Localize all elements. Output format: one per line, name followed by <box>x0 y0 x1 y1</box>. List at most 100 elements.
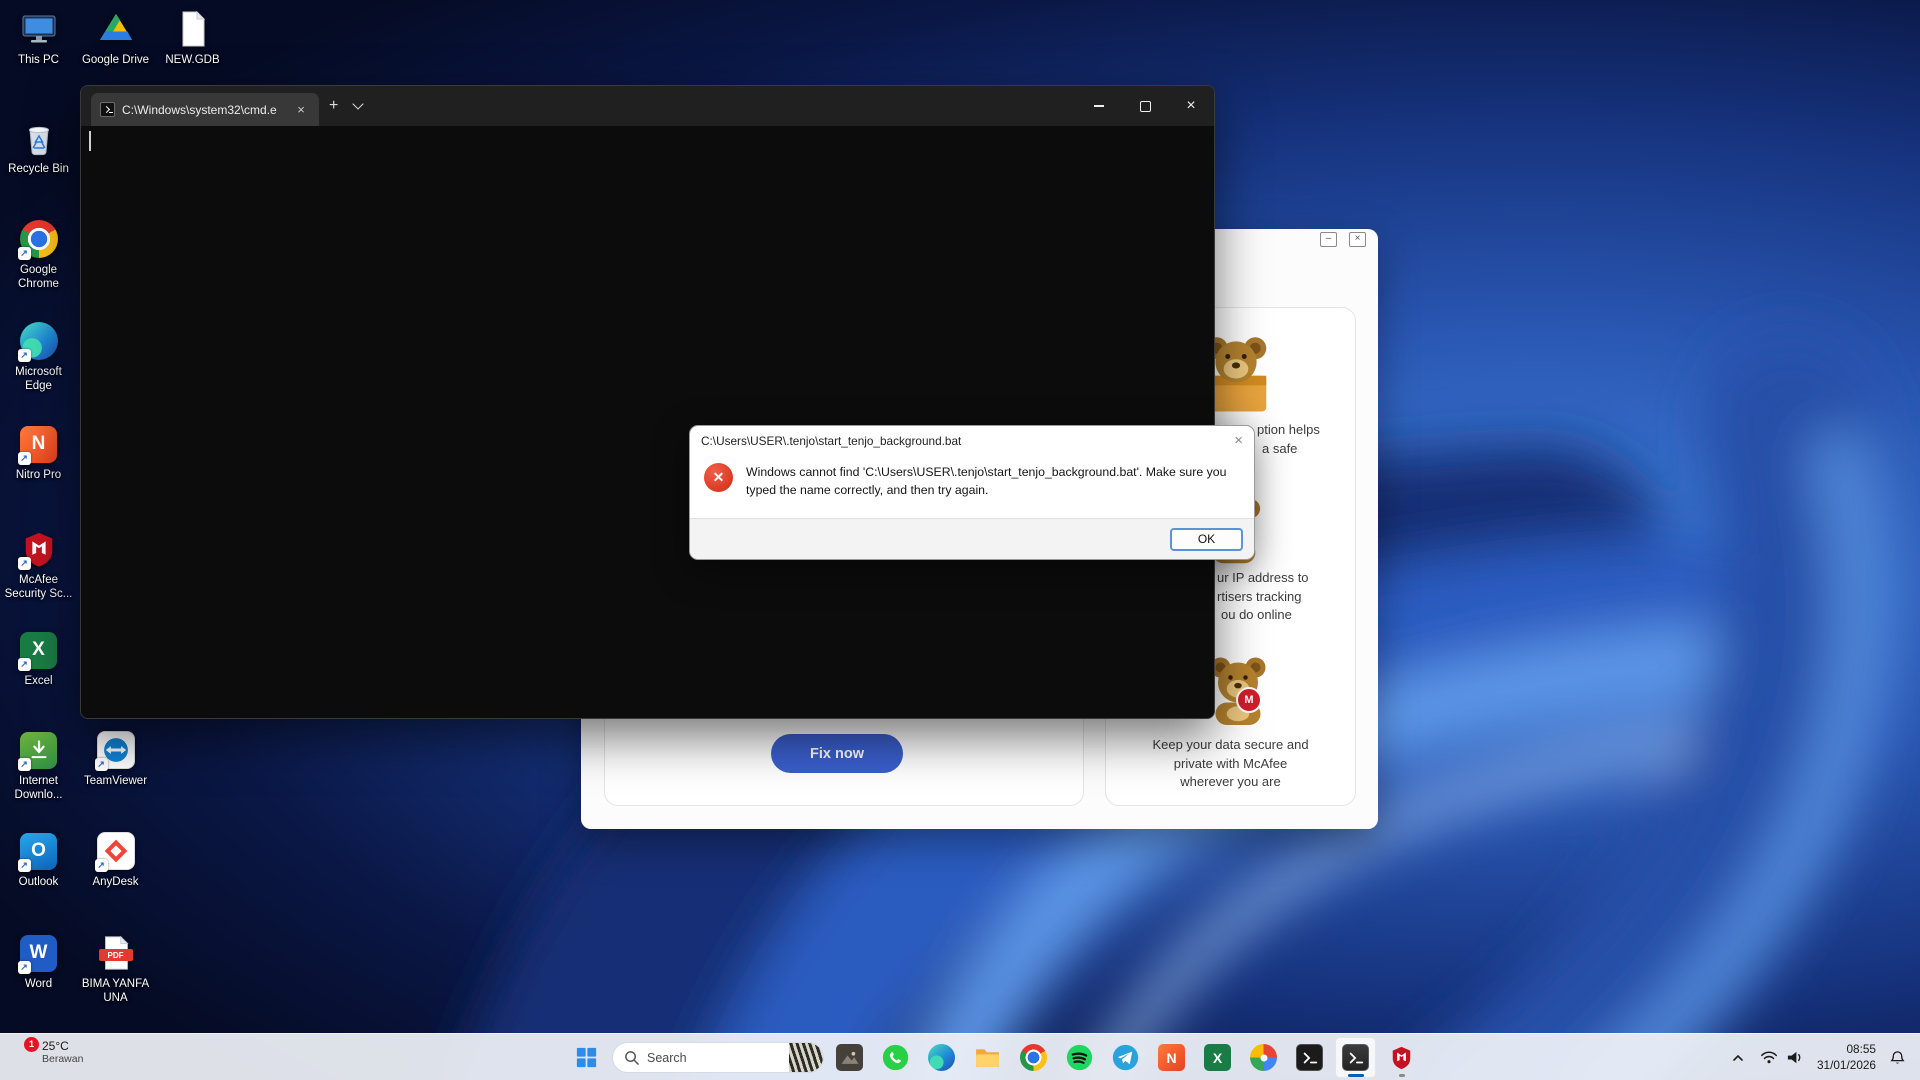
desktop-icon-recycle-bin[interactable]: Recycle Bin <box>0 117 77 176</box>
desktop-icon-label: Nitro Pro <box>16 468 61 482</box>
windows-logo-icon <box>576 1047 597 1068</box>
network-volume-button[interactable] <box>1753 1041 1810 1075</box>
shortcut-arrow-icon <box>95 758 108 771</box>
mcafee-shield-icon <box>1389 1045 1414 1070</box>
spotify-icon <box>1066 1044 1093 1071</box>
chrome-icon <box>18 218 60 260</box>
terminal-tab[interactable]: C:\Windows\system32\cmd.e × <box>91 93 319 126</box>
wifi-icon <box>1760 1050 1778 1064</box>
search-daily-image-zebra[interactable] <box>789 1043 823 1072</box>
desktop-icon-word[interactable]: W Word <box>0 932 77 991</box>
document-file-icon <box>172 8 214 50</box>
desktop-icon-label: Excel <box>24 674 52 688</box>
desktop-icon-mcafee[interactable]: McAfee Security Sc... <box>0 528 77 601</box>
desktop-icon-outlook[interactable]: O Outlook <box>0 830 77 889</box>
terminal-window: C:\Windows\system32\cmd.e × + × <box>80 85 1215 719</box>
desktop-icon-label: Word <box>25 977 52 991</box>
start-button[interactable] <box>566 1037 607 1078</box>
desktop-icon-excel[interactable]: X Excel <box>0 629 77 688</box>
edge-icon <box>18 320 60 362</box>
error-icon: ✕ <box>704 463 733 492</box>
taskbar-excel[interactable]: X <box>1197 1037 1238 1078</box>
maximize-button[interactable] <box>1122 86 1168 126</box>
taskbar-windows-terminal[interactable] <box>1335 1037 1376 1078</box>
taskbar-file-explorer[interactable] <box>967 1037 1008 1078</box>
terminal-titlebar[interactable]: C:\Windows\system32\cmd.e × + × <box>81 86 1214 126</box>
notification-badge: 1 <box>24 1037 39 1052</box>
taskbar-nitro[interactable]: N <box>1151 1037 1192 1078</box>
google-photos-icon <box>1250 1044 1277 1071</box>
tab-close-icon[interactable]: × <box>292 101 310 119</box>
shortcut-arrow-icon <box>18 961 31 974</box>
desktop-icon-google-chrome[interactable]: Google Chrome <box>0 218 77 291</box>
mcafee-m-badge: M <box>1236 687 1262 713</box>
taskbar: 1 25°C Berawan Search <box>0 1033 1920 1080</box>
search-input[interactable]: Search <box>612 1042 824 1073</box>
desktop-icon-label: Outlook <box>19 875 59 889</box>
desktop-icon-teamviewer[interactable]: TeamViewer <box>77 729 154 788</box>
search-placeholder: Search <box>647 1051 781 1065</box>
chrome-icon <box>1020 1044 1047 1071</box>
idm-icon <box>18 729 60 771</box>
pdf-file-icon: PDF <box>95 932 137 974</box>
desktop-icon-label: Recycle Bin <box>8 162 69 176</box>
terminal-content[interactable] <box>81 126 1214 719</box>
fix-now-button[interactable]: Fix now <box>771 734 903 773</box>
excel-icon: X <box>1204 1044 1231 1071</box>
cmd-icon <box>100 102 115 117</box>
search-icon <box>624 1050 639 1065</box>
card-text: a safe <box>1262 441 1297 456</box>
taskbar-whatsapp[interactable] <box>875 1037 916 1078</box>
desktop-icon-pdf-file[interactable]: PDF BIMA YANFA UNA <box>77 932 154 1005</box>
anydesk-icon <box>95 830 137 872</box>
taskbar-cmd[interactable] <box>1289 1037 1330 1078</box>
desktop-icon-label: Google Drive <box>82 53 149 67</box>
dialog-close-icon[interactable]: × <box>1234 432 1243 449</box>
desktop: This PC Google Drive NEW.GDB Recycle Bin… <box>0 0 1920 1080</box>
desktop-icon-label: Microsoft Edge <box>1 365 77 393</box>
terminal-tab-title: C:\Windows\system32\cmd.e <box>122 103 285 117</box>
taskbar-image-file[interactable] <box>829 1037 870 1078</box>
card-text: rtisers tracking <box>1217 589 1302 604</box>
recycle-bin-icon <box>18 117 60 159</box>
desktop-icon-anydesk[interactable]: AnyDesk <box>77 830 154 889</box>
desktop-icon-google-drive[interactable]: Google Drive <box>77 8 154 67</box>
minimize-button[interactable] <box>1076 86 1122 126</box>
taskbar-telegram[interactable] <box>1105 1037 1146 1078</box>
clock-time: 08:55 <box>1817 1042 1876 1058</box>
card-text: ur IP address to <box>1217 570 1309 585</box>
cmd-icon <box>1296 1044 1323 1071</box>
shortcut-arrow-icon <box>18 349 31 362</box>
taskbar-mcafee[interactable] <box>1381 1037 1422 1078</box>
desktop-icon-this-pc[interactable]: This PC <box>0 8 77 67</box>
this-pc-icon <box>18 8 60 50</box>
taskbar-google-photos[interactable] <box>1243 1037 1284 1078</box>
taskbar-edge[interactable] <box>921 1037 962 1078</box>
desktop-icon-new-gdb[interactable]: NEW.GDB <box>154 8 231 67</box>
close-button[interactable]: × <box>1349 232 1366 247</box>
ok-button[interactable]: OK <box>1170 528 1243 551</box>
clock[interactable]: 08:55 31/01/2026 <box>1812 1042 1881 1074</box>
show-hidden-icons-button[interactable] <box>1725 1041 1751 1075</box>
google-drive-icon <box>95 8 137 50</box>
weather-widget[interactable]: 1 25°C Berawan <box>24 1039 83 1065</box>
desktop-icon-microsoft-edge[interactable]: Microsoft Edge <box>0 320 77 393</box>
desktop-icon-idm[interactable]: Internet Downlo... <box>0 729 77 802</box>
notification-center-button[interactable] <box>1883 1041 1912 1075</box>
close-button[interactable]: × <box>1168 86 1214 126</box>
shortcut-arrow-icon <box>18 247 31 260</box>
minimize-button[interactable]: – <box>1320 232 1337 247</box>
shortcut-arrow-icon <box>18 859 31 872</box>
terminal-icon <box>1342 1044 1369 1071</box>
taskbar-spotify[interactable] <box>1059 1037 1100 1078</box>
card-text: ou do online <box>1221 607 1292 622</box>
weather-temp: 25°C <box>42 1039 83 1053</box>
desktop-icon-nitro-pro[interactable]: N Nitro Pro <box>0 423 77 482</box>
dialog-footer: OK <box>690 518 1254 559</box>
shortcut-arrow-icon <box>18 658 31 671</box>
taskbar-chrome[interactable] <box>1013 1037 1054 1078</box>
desktop-icon-label: Internet Downlo... <box>1 774 77 802</box>
tab-dropdown-icon[interactable] <box>353 98 364 109</box>
new-tab-button[interactable]: + <box>329 97 338 115</box>
desktop-icon-label: BIMA YANFA UNA <box>78 977 154 1005</box>
